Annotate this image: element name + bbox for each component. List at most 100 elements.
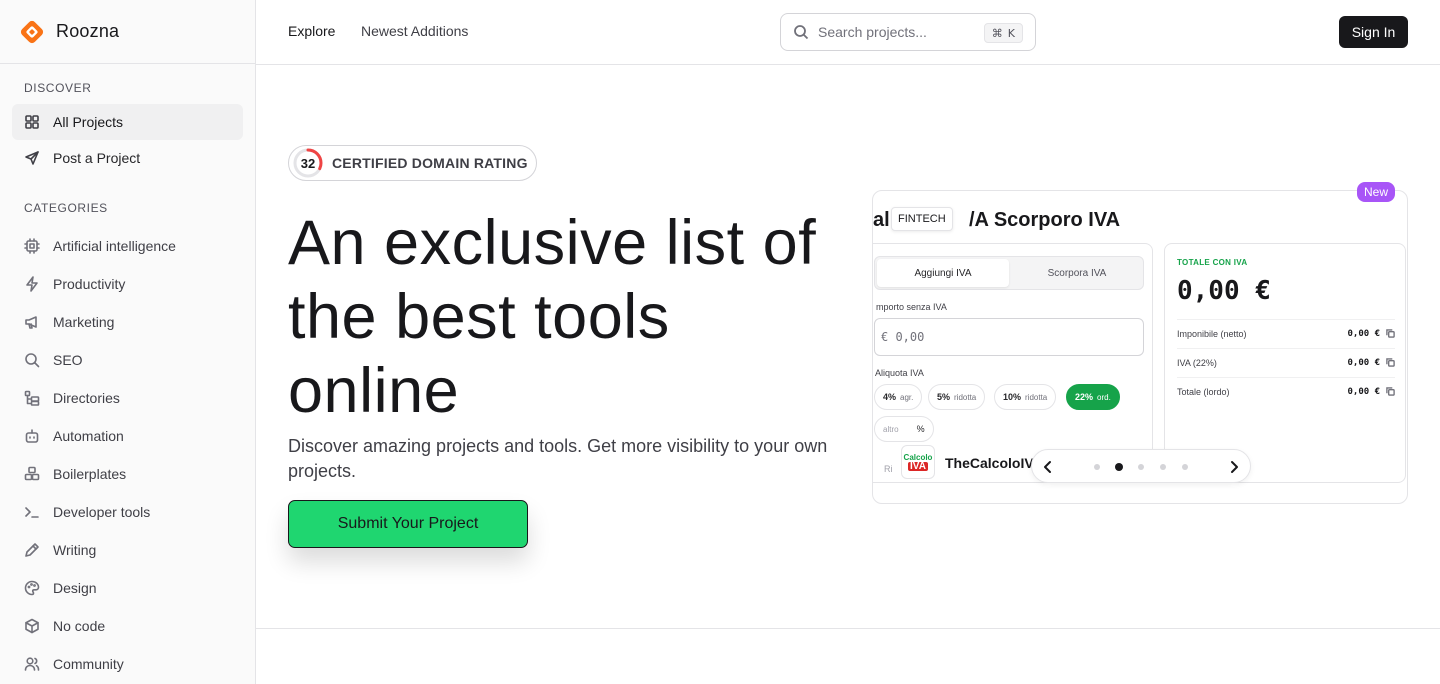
- carousel-dot-active[interactable]: [1115, 463, 1123, 471]
- domain-rating-badge: 32 CERTIFIED DOMAIN RATING: [288, 145, 537, 181]
- featured-project-preview[interactable]: al /A Scorporo IVA FINTECH Aggiungi IVA …: [872, 190, 1408, 504]
- search-icon: [24, 352, 40, 368]
- sidebar: Roozna DISCOVER All Projects Post a Proj…: [0, 0, 256, 684]
- carousel-dot[interactable]: [1138, 464, 1144, 470]
- copy-icon[interactable]: [1386, 387, 1395, 396]
- total-label: TOTALE CON IVA: [1177, 258, 1248, 267]
- sidebar-item-label: Automation: [53, 428, 124, 444]
- rate-chip-22[interactable]: 22% ord.: [1066, 384, 1120, 410]
- boxes-icon: [24, 466, 40, 482]
- copy-icon[interactable]: [1386, 358, 1395, 367]
- shortcut-key: K: [1007, 26, 1015, 40]
- copy-icon[interactable]: [1386, 329, 1395, 338]
- sidebar-item-label: Developer tools: [53, 504, 151, 520]
- preview-footer: Calcolo IVA TheCalcoloIV: [873, 431, 1407, 503]
- tool-logo: Calcolo IVA: [901, 445, 935, 479]
- submit-project-button[interactable]: Submit Your Project: [288, 500, 528, 548]
- sidebar-item-label: Marketing: [53, 314, 115, 330]
- rate-chip-5[interactable]: 5% ridotta: [928, 384, 986, 410]
- sidebar-item-artificial-intelligence[interactable]: Artificial intelligence: [12, 228, 243, 264]
- sidebar-item-all-projects[interactable]: All Projects: [12, 104, 243, 140]
- folder-tree-icon: [24, 390, 40, 406]
- sidebar-item-label: No code: [53, 618, 106, 634]
- command-key: ⌘: [991, 26, 1003, 40]
- shortcut-hint: ⌘ K: [983, 23, 1023, 43]
- preview-title-start: al: [873, 209, 890, 231]
- result-row: Imponibile (netto) 0,00 €: [1177, 319, 1395, 347]
- rating-ring: 32: [293, 148, 323, 178]
- terminal-icon: [24, 504, 40, 520]
- tab-scorpora-iva[interactable]: Scorpora IVA: [1011, 259, 1143, 287]
- amount-placeholder: € 0,00: [881, 330, 925, 344]
- tab-aggiungi-iva[interactable]: Aggiungi IVA: [877, 259, 1009, 287]
- search-icon: [794, 25, 809, 40]
- rating-label: CERTIFIED DOMAIN RATING: [332, 155, 528, 171]
- result-row: Totale (lordo) 0,00 €: [1177, 377, 1395, 405]
- category-tag: FINTECH: [891, 207, 953, 231]
- users-icon: [24, 656, 40, 672]
- pen-icon: [24, 542, 40, 558]
- mode-toggle: Aggiungi IVA Scorpora IVA: [874, 256, 1144, 290]
- sidebar-item-label: Boilerplates: [53, 466, 127, 482]
- sidebar-item-developer-tools[interactable]: Developer tools: [12, 494, 243, 530]
- carousel-dot[interactable]: [1160, 464, 1166, 470]
- amount-input[interactable]: € 0,00: [874, 318, 1144, 356]
- brand-name: Roozna: [56, 21, 120, 41]
- new-badge: New: [1357, 182, 1395, 202]
- sidebar-item-label: Community: [53, 656, 124, 672]
- sidebar-item-label: Artificial intelligence: [53, 238, 176, 254]
- nav-explore[interactable]: Explore: [288, 23, 335, 39]
- sidebar-item-label: Design: [53, 580, 97, 596]
- sidebar-item-automation[interactable]: Automation: [12, 418, 243, 454]
- brand[interactable]: Roozna: [0, 0, 255, 64]
- sidebar-item-label: Writing: [53, 542, 97, 558]
- sidebar-item-marketing[interactable]: Marketing: [12, 304, 243, 340]
- sidebar-item-post-project[interactable]: Post a Project: [12, 140, 243, 176]
- chevron-right-icon[interactable]: [1226, 459, 1242, 475]
- chevron-left-icon[interactable]: [1040, 459, 1056, 475]
- carousel-pager: [1031, 449, 1251, 483]
- sidebar-item-label: Post a Project: [53, 150, 141, 166]
- sidebar-item-label: SEO: [53, 352, 83, 368]
- rate-chip-10[interactable]: 10% ridotta: [994, 384, 1057, 410]
- package-icon: [24, 618, 40, 634]
- carousel-dot[interactable]: [1094, 464, 1100, 470]
- sidebar-item-label: Directories: [53, 390, 120, 406]
- hero-subtitle: Discover amazing projects and tools. Get…: [288, 436, 828, 481]
- palette-icon: [24, 580, 40, 596]
- sidebar-item-design[interactable]: Design: [12, 570, 243, 606]
- brand-logo-icon: [20, 20, 44, 43]
- rate-label: Aliquota IVA: [875, 368, 924, 378]
- sidebar-item-no-code[interactable]: No code: [12, 608, 243, 644]
- sidebar-item-productivity[interactable]: Productivity: [12, 266, 243, 302]
- sign-in-button[interactable]: Sign In: [1339, 16, 1408, 48]
- bot-icon: [24, 428, 40, 444]
- search-input[interactable]: [818, 24, 978, 40]
- sidebar-item-boilerplates[interactable]: Boilerplates: [12, 456, 243, 492]
- rate-chip-4[interactable]: 4% agr.: [874, 384, 923, 410]
- rating-value: 32: [300, 155, 316, 171]
- search-box[interactable]: ⌘ K: [780, 13, 1036, 51]
- carousel-dot[interactable]: [1182, 464, 1188, 470]
- cpu-icon: [24, 238, 40, 254]
- hero-title: An exclusive list of the best tools onli…: [288, 208, 817, 426]
- nav-newest-additions[interactable]: Newest Additions: [361, 23, 468, 39]
- total-value: 0,00 €: [1177, 276, 1271, 306]
- sidebar-item-community[interactable]: Community: [12, 646, 243, 682]
- result-row: IVA (22%) 0,00 €: [1177, 348, 1395, 376]
- grid-icon: [24, 114, 40, 130]
- sidebar-item-writing[interactable]: Writing: [12, 532, 243, 568]
- sidebar-item-label: All Projects: [53, 114, 124, 130]
- zap-icon: [24, 276, 40, 292]
- categories-section-title: CATEGORIES: [24, 201, 108, 215]
- tool-name[interactable]: TheCalcoloIV: [945, 455, 1033, 471]
- preview-title-end: /A Scorporo IVA: [969, 209, 1121, 231]
- send-icon: [24, 150, 40, 166]
- sidebar-item-label: Productivity: [53, 276, 126, 292]
- discover-section-title: DISCOVER: [24, 81, 92, 95]
- sidebar-item-seo[interactable]: SEO: [12, 342, 243, 378]
- top-bar: Explore Newest Additions ⌘ K Sign In: [256, 0, 1440, 65]
- megaphone-icon: [24, 314, 40, 330]
- sidebar-item-directories[interactable]: Directories: [12, 380, 243, 416]
- amount-label: mporto senza IVA: [876, 302, 947, 312]
